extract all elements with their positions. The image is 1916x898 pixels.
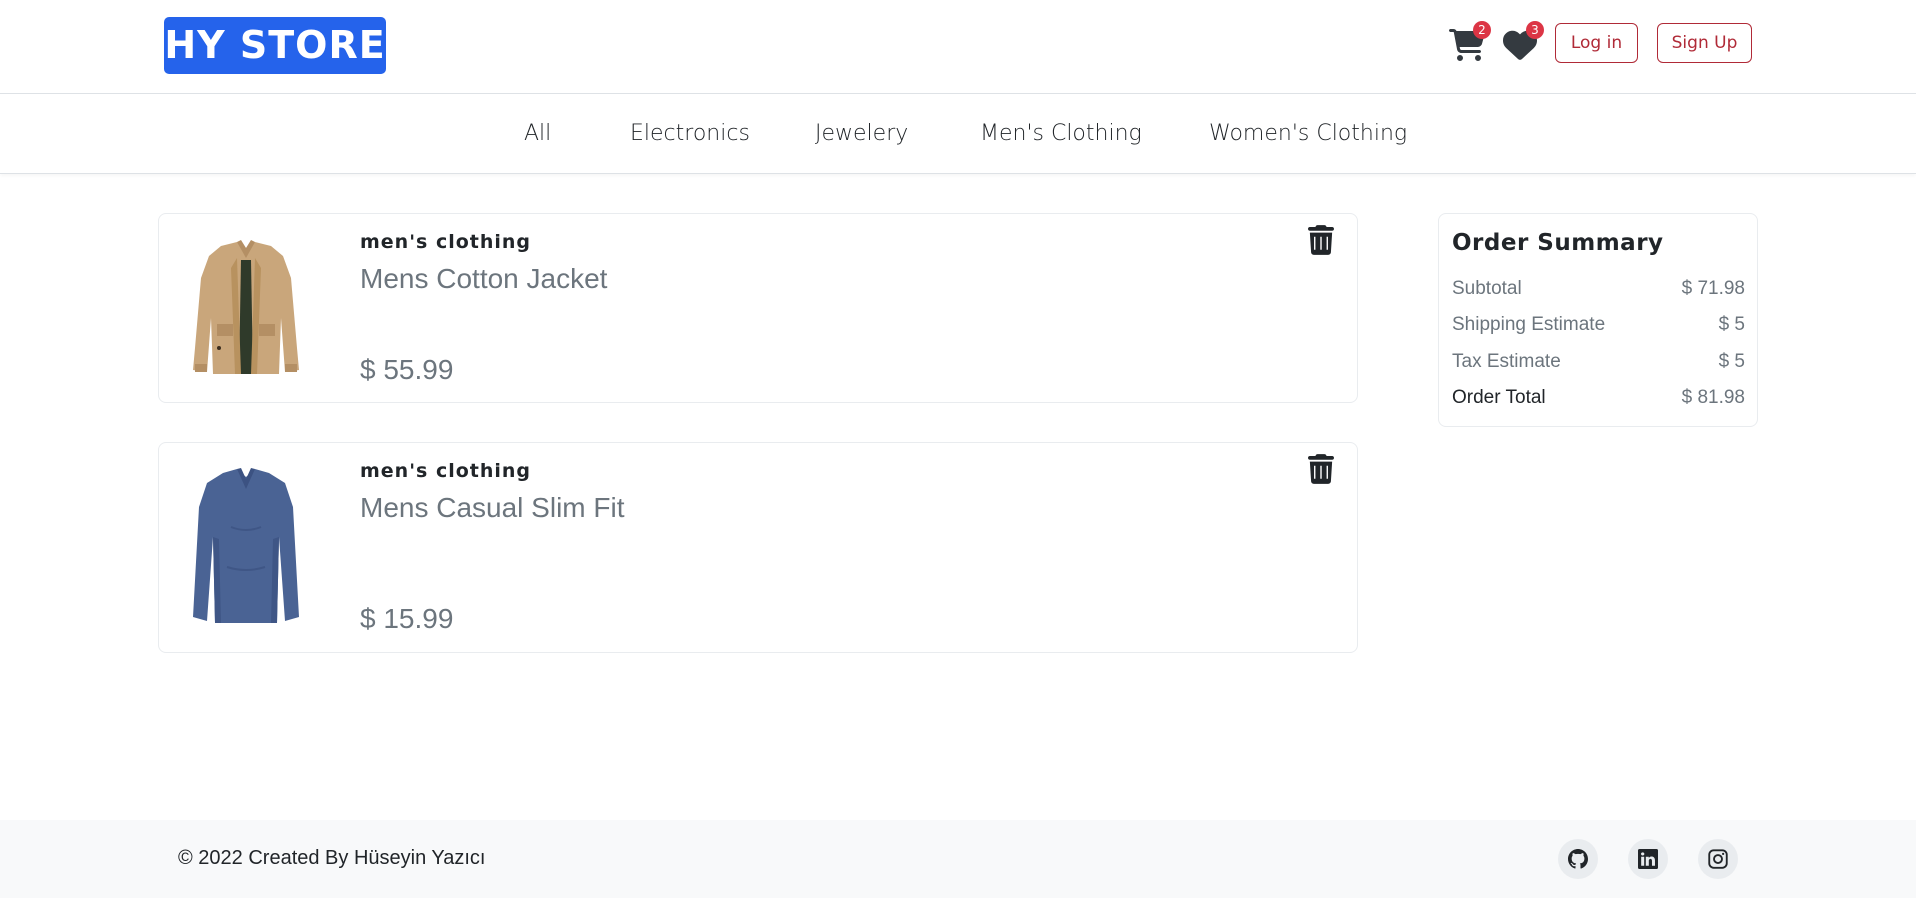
store-logo[interactable]: HY STORE	[164, 17, 386, 74]
signup-button[interactable]: Sign Up	[1657, 23, 1752, 63]
order-summary: Order Summary Subtotal $ 71.98 Shipping …	[1438, 213, 1758, 427]
product-image-shirt	[193, 468, 299, 623]
product-category: men's clothing	[360, 460, 532, 482]
product-title[interactable]: Mens Casual Slim Fit	[360, 492, 625, 524]
cart-count-badge: 2	[1473, 21, 1491, 39]
summary-value: $ 71.98	[1681, 278, 1745, 299]
summary-label: Tax Estimate	[1452, 351, 1561, 372]
summary-row-total: Order Total $ 81.98	[1452, 384, 1745, 412]
summary-value: $ 5	[1718, 351, 1745, 372]
product-price: $ 55.99	[360, 354, 454, 385]
summary-title: Order Summary	[1452, 230, 1664, 256]
wishlist-button[interactable]: 3	[1502, 21, 1544, 62]
instagram-link[interactable]	[1698, 839, 1738, 879]
cart-item: men's clothing Mens Casual Slim Fit $ 15…	[158, 442, 1358, 653]
top-header: HY STORE 2 3 Log in Sign Up	[0, 0, 1916, 94]
summary-value: $ 5	[1718, 314, 1745, 335]
product-price: $ 15.99	[360, 603, 454, 634]
category-nav: All Electronics Jewelery Men's Clothing …	[0, 94, 1916, 174]
summary-row-subtotal: Subtotal $ 71.98	[1452, 275, 1745, 303]
linkedin-link[interactable]	[1628, 839, 1668, 879]
login-button[interactable]: Log in	[1555, 23, 1638, 63]
product-category: men's clothing	[360, 231, 532, 253]
instagram-icon	[1708, 849, 1728, 869]
footer: © 2022 Created By Hüseyin Yazıcı	[0, 820, 1916, 898]
summary-label: Subtotal	[1452, 278, 1522, 299]
product-title[interactable]: Mens Cotton Jacket	[360, 263, 607, 295]
category-electronics[interactable]: Electronics	[630, 94, 750, 174]
cart-button[interactable]: 2	[1449, 21, 1491, 62]
summary-value: $ 81.98	[1681, 387, 1745, 408]
summary-row-shipping: Shipping Estimate $ 5	[1452, 311, 1745, 339]
copyright-text: © 2022 Created By Hüseyin Yazıcı	[178, 847, 486, 869]
github-icon	[1568, 849, 1588, 869]
category-all[interactable]: All	[524, 94, 551, 174]
wishlist-count-badge: 3	[1526, 21, 1544, 39]
category-jewelery[interactable]: Jewelery	[815, 94, 908, 174]
trash-icon[interactable]	[1308, 225, 1334, 255]
github-link[interactable]	[1558, 839, 1598, 879]
category-womens-clothing[interactable]: Women's Clothing	[1209, 94, 1407, 174]
summary-row-tax: Tax Estimate $ 5	[1452, 348, 1745, 376]
product-image-jacket	[193, 240, 299, 374]
linkedin-icon	[1638, 849, 1658, 869]
summary-label: Order Total	[1452, 387, 1546, 408]
category-mens-clothing[interactable]: Men's Clothing	[980, 94, 1142, 174]
summary-label: Shipping Estimate	[1452, 314, 1606, 335]
trash-icon[interactable]	[1308, 454, 1334, 484]
cart-item: men's clothing Mens Cotton Jacket $ 55.9…	[158, 213, 1358, 403]
